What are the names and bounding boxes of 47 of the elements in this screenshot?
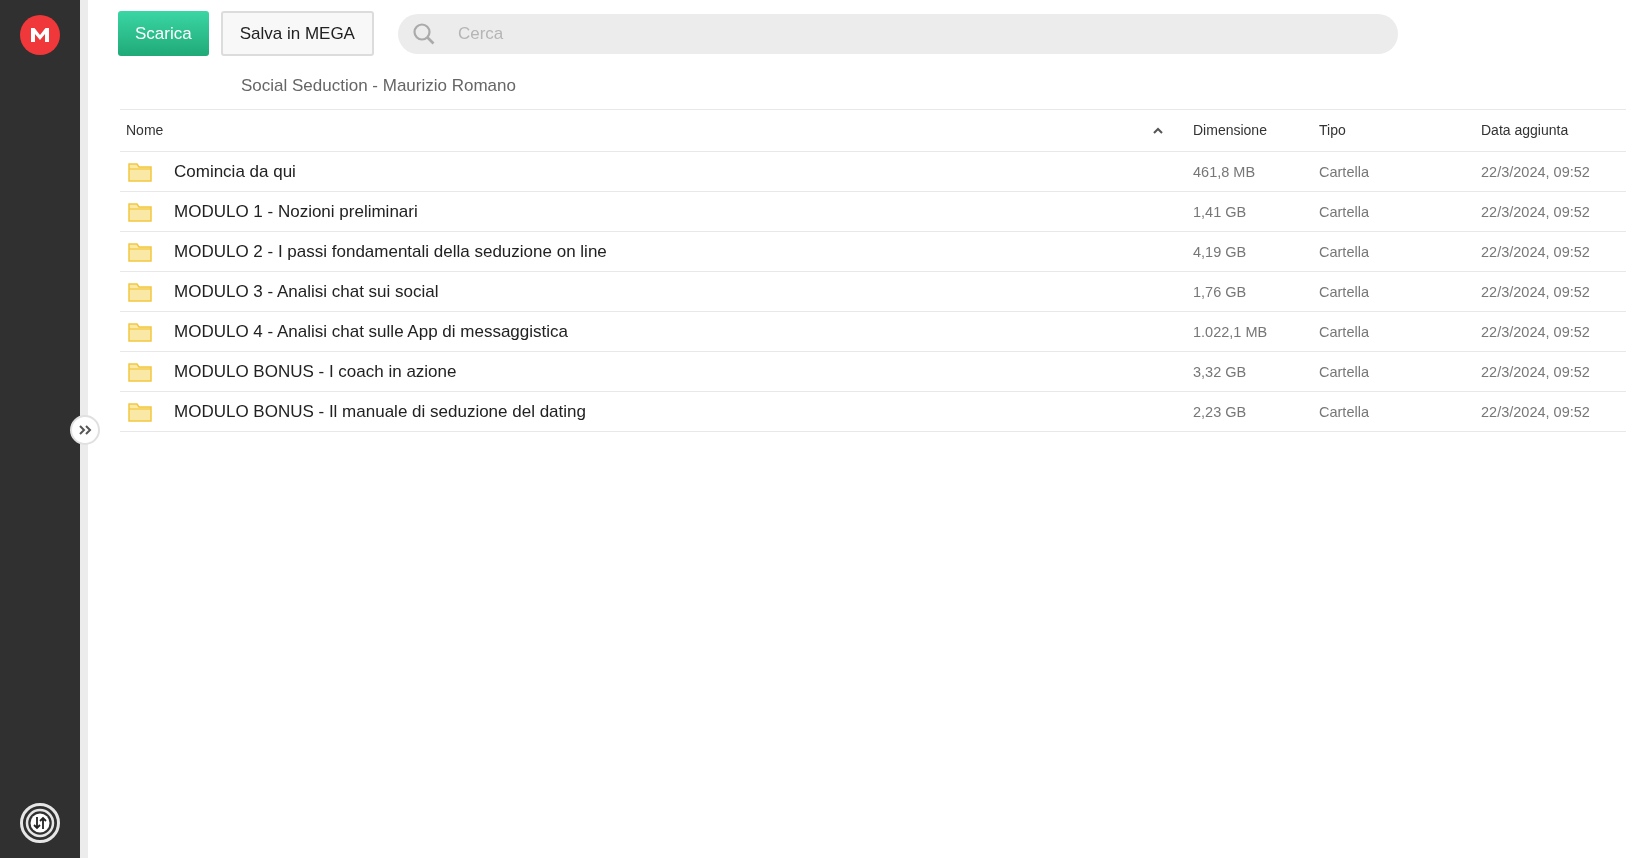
sort-caret-icon[interactable]	[1153, 127, 1163, 134]
table-cell: Cartella	[1319, 163, 1369, 180]
column-header[interactable]: Tipo	[1319, 122, 1346, 138]
folder-name[interactable]: MODULO BONUS - I coach in azione	[174, 358, 457, 385]
table-cell: 1,41 GB	[1193, 203, 1247, 220]
table-cell: 1,76 GB	[1193, 283, 1247, 300]
folder-name[interactable]: MODULO 3 - Analisi chat sui social	[174, 278, 439, 305]
column-header[interactable]: Dimensione	[1193, 122, 1267, 138]
table-cell: Cartella	[1319, 283, 1369, 300]
column-header[interactable]: Data aggiunta	[1481, 122, 1569, 138]
breadcrumb: Social Seduction - Maurizio Romano	[241, 76, 516, 95]
table-cell: 22/3/2024, 09:52	[1481, 323, 1590, 340]
table-cell: Cartella	[1319, 243, 1369, 260]
folder-name[interactable]: MODULO 1 - Nozioni preliminari	[174, 198, 418, 225]
table-cell: Cartella	[1319, 203, 1369, 220]
folder-icon	[128, 201, 152, 222]
table-cell: Cartella	[1319, 323, 1369, 340]
table-cell: 461,8 MB	[1193, 163, 1256, 180]
table-cell: 1.022,1 MB	[1193, 323, 1268, 340]
folder-icon	[128, 321, 152, 342]
table-cell: 22/3/2024, 09:52	[1481, 243, 1590, 260]
folder-icon	[128, 161, 152, 182]
table-cell: 22/3/2024, 09:52	[1481, 283, 1590, 300]
folder-icon	[128, 401, 152, 422]
transfers-icon[interactable]	[20, 803, 60, 843]
table-cell: 22/3/2024, 09:52	[1481, 203, 1590, 220]
folder-icon	[128, 241, 152, 262]
table-cell: 22/3/2024, 09:52	[1481, 363, 1590, 380]
column-header[interactable]: Nome	[126, 120, 164, 141]
table-cell: 3,32 GB	[1193, 363, 1247, 380]
table-cell: 22/3/2024, 09:52	[1481, 163, 1590, 180]
folder-name[interactable]: MODULO 4 - Analisi chat sulle App di messaggistica	[174, 318, 568, 345]
table-cell: 22/3/2024, 09:52	[1481, 403, 1590, 420]
double-chevron-icon	[78, 425, 92, 435]
search-icon	[411, 21, 436, 46]
folder-name[interactable]: Comincia da qui	[174, 158, 296, 185]
folder-icon	[128, 361, 152, 382]
folder-icon	[128, 281, 152, 302]
table-cell: Cartella	[1319, 403, 1369, 420]
table-cell: 4,19 GB	[1193, 243, 1247, 260]
table-cell: Cartella	[1319, 363, 1369, 380]
table-cell: 2,23 GB	[1193, 403, 1247, 420]
save-button[interactable]: Salva in MEGA	[220, 11, 374, 56]
folder-name[interactable]: MODULO 2 - I passi fondamentali della seduzione on line	[174, 238, 607, 265]
logo-icon[interactable]	[20, 15, 60, 55]
expand-sidebar-button[interactable]	[70, 415, 100, 445]
folder-name[interactable]: MODULO BONUS - Il manuale di seduzione del dating	[174, 398, 586, 425]
